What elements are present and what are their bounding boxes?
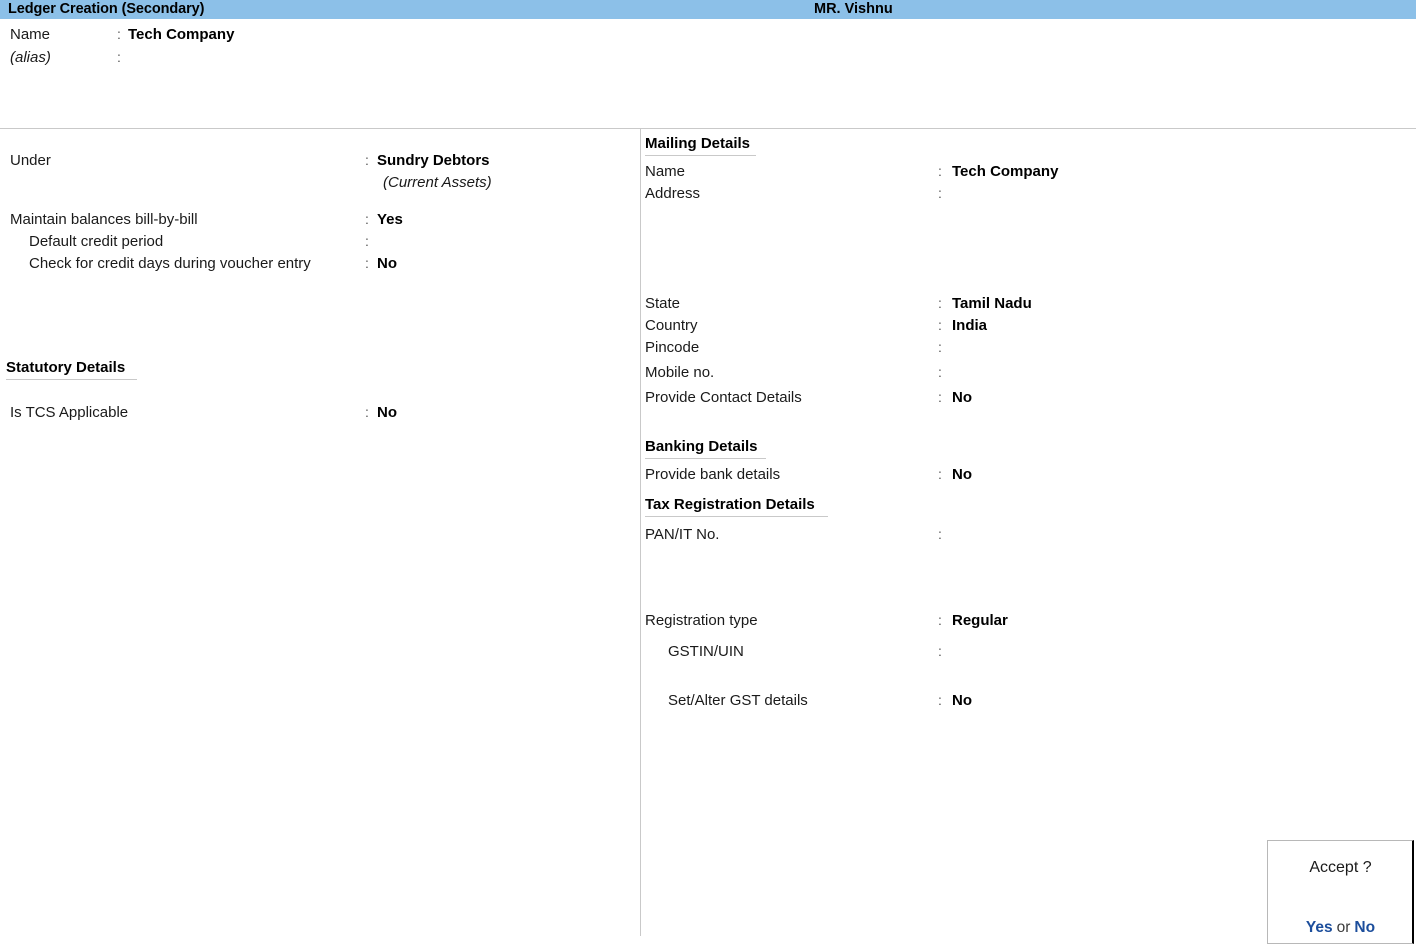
mailing-name-label: Name: [645, 163, 685, 180]
is-tcs-applicable-value[interactable]: No: [377, 404, 397, 421]
provide-contact-details-colon: :: [938, 389, 942, 405]
mobile-no-label: Mobile no.: [645, 364, 714, 381]
gstin-uin-colon: :: [938, 643, 942, 659]
mailing-name-value[interactable]: Tech Company: [952, 163, 1058, 180]
provide-bank-details-value[interactable]: No: [952, 466, 972, 483]
current-user-label: MR. Vishnu: [814, 1, 893, 17]
provide-bank-details-colon: :: [938, 466, 942, 482]
under-colon: :: [365, 152, 369, 168]
default-credit-period-label: Default credit period: [29, 233, 163, 250]
provide-contact-details-label: Provide Contact Details: [645, 389, 802, 406]
section-heading-mailing-details: Mailing Details: [645, 135, 756, 156]
under-parent-group: (Current Assets): [383, 174, 492, 191]
ledger-alias-label: (alias): [10, 49, 51, 66]
accept-actions: YesorNo: [1268, 919, 1413, 937]
country-label: Country: [645, 317, 698, 334]
mailing-address-label: Address: [645, 185, 700, 202]
accept-confirmation-box: Accept ? YesorNo: [1267, 840, 1414, 944]
accept-or-separator: or: [1333, 919, 1355, 936]
section-heading-tax-registration-details: Tax Registration Details: [645, 496, 828, 517]
column-divider: [640, 129, 641, 936]
state-value[interactable]: Tamil Nadu: [952, 295, 1032, 312]
set-alter-gst-details-value[interactable]: No: [952, 692, 972, 709]
provide-contact-details-value[interactable]: No: [952, 389, 972, 406]
under-label: Under: [10, 152, 51, 169]
default-credit-period-colon: :: [365, 233, 369, 249]
state-colon: :: [938, 295, 942, 311]
gstin-uin-label: GSTIN/UIN: [668, 643, 744, 660]
provide-bank-details-label: Provide bank details: [645, 466, 780, 483]
window-title-bar: Ledger Creation (Secondary) MR. Vishnu: [0, 0, 1416, 19]
ledger-name-value[interactable]: Tech Company: [128, 26, 234, 43]
registration-type-label: Registration type: [645, 612, 758, 629]
check-credit-days-colon: :: [365, 255, 369, 271]
page-title: Ledger Creation (Secondary): [8, 1, 204, 17]
accept-prompt-label: Accept ?: [1268, 859, 1413, 877]
is-tcs-applicable-label: Is TCS Applicable: [10, 404, 128, 421]
ledger-name-colon: :: [117, 26, 121, 42]
maintain-bill-by-bill-colon: :: [365, 211, 369, 227]
pan-it-no-label: PAN/IT No.: [645, 526, 719, 543]
accept-yes-button[interactable]: Yes: [1306, 919, 1333, 936]
section-heading-statutory-details: Statutory Details: [6, 359, 137, 380]
maintain-bill-by-bill-label: Maintain balances bill-by-bill: [10, 211, 198, 228]
mobile-no-colon: :: [938, 364, 942, 380]
country-colon: :: [938, 317, 942, 333]
check-credit-days-value[interactable]: No: [377, 255, 397, 272]
accept-no-button[interactable]: No: [1354, 919, 1375, 936]
ledger-name-label: Name: [10, 26, 50, 43]
pincode-colon: :: [938, 339, 942, 355]
registration-type-colon: :: [938, 612, 942, 628]
section-heading-banking-details: Banking Details: [645, 438, 766, 459]
under-value[interactable]: Sundry Debtors: [377, 152, 490, 169]
mailing-name-colon: :: [938, 163, 942, 179]
set-alter-gst-details-label: Set/Alter GST details: [668, 692, 808, 709]
maintain-bill-by-bill-value[interactable]: Yes: [377, 211, 403, 228]
country-value[interactable]: India: [952, 317, 987, 334]
is-tcs-applicable-colon: :: [365, 404, 369, 420]
check-credit-days-label: Check for credit days during voucher ent…: [29, 255, 311, 272]
header-divider: [0, 128, 1416, 129]
registration-type-value[interactable]: Regular: [952, 612, 1008, 629]
state-label: State: [645, 295, 680, 312]
ledger-alias-colon: :: [117, 49, 121, 65]
set-alter-gst-details-colon: :: [938, 692, 942, 708]
pincode-label: Pincode: [645, 339, 699, 356]
pan-it-no-colon: :: [938, 526, 942, 542]
mailing-address-colon: :: [938, 185, 942, 201]
